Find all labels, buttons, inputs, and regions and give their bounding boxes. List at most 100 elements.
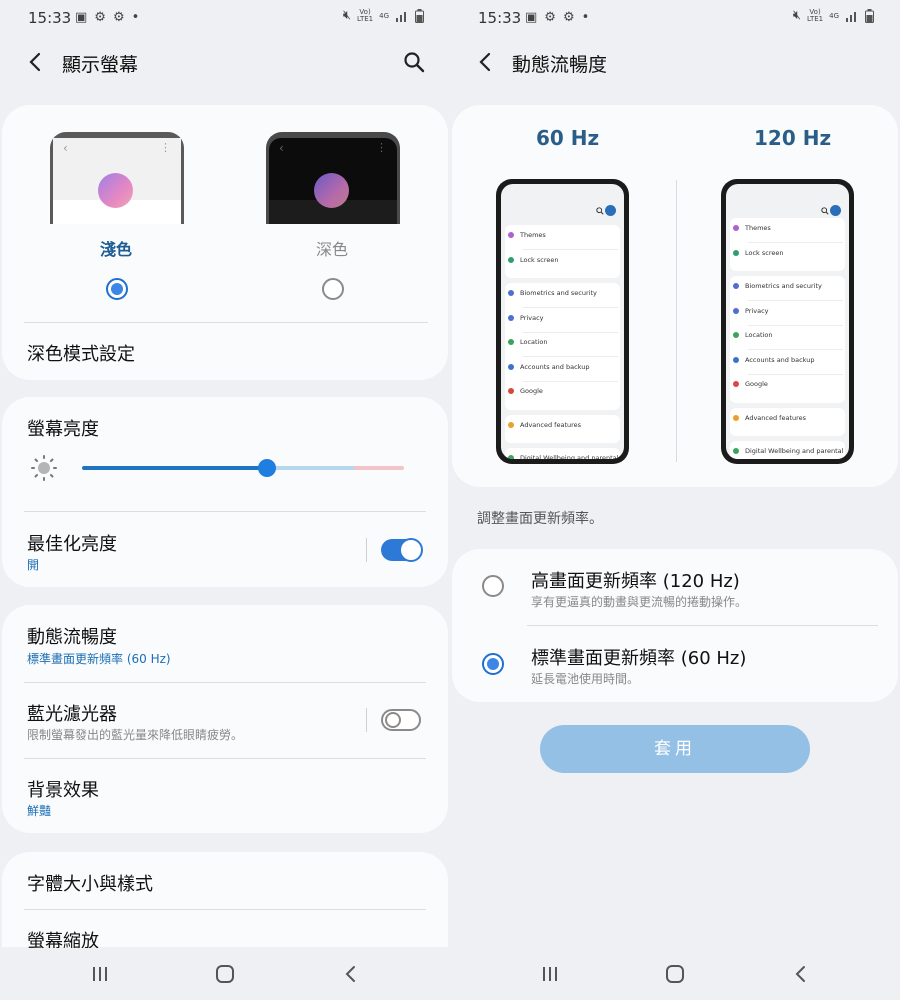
display-settings-screen: 15:33 ▣ ⚙ ⚙ • 🔇︎ Vo) LTE1 4G 顯示螢幕 ‹ ⋮ ‹ … — [0, 0, 450, 1000]
search-icon — [596, 207, 604, 215]
light-theme-preview[interactable]: ‹ ⋮ — [50, 132, 184, 224]
network-4g-label: 4G — [829, 11, 839, 20]
search-icon[interactable] — [402, 50, 426, 74]
navigation-bar — [450, 948, 900, 1000]
settings-item-icon — [508, 455, 514, 459]
mini-settings-label: Advanced features — [520, 420, 582, 429]
signal-icon — [846, 12, 856, 22]
recent-apps-icon[interactable] — [86, 960, 114, 988]
mini-settings-row: Themes — [508, 231, 546, 239]
blue-light-filter-title[interactable]: 藍光濾光器 — [27, 700, 117, 726]
page-title: 動態流暢度 — [512, 54, 608, 76]
dark-theme-label: 深色 — [316, 240, 349, 259]
mini-settings-label: Privacy — [745, 306, 769, 315]
settings-item-icon — [733, 249, 739, 256]
light-theme-radio[interactable] — [106, 278, 128, 300]
mini-settings-row: Advanced features — [733, 414, 806, 422]
dark-theme-radio[interactable] — [322, 278, 344, 300]
mini-settings-label: Accounts and backup — [745, 355, 815, 364]
search-icon — [821, 207, 829, 215]
phone-mockup-60hz: Themes Lock screen Biometrics and security… — [496, 179, 629, 464]
back-icon[interactable] — [787, 960, 815, 988]
mute-icon: 🔇︎ — [342, 8, 352, 23]
mini-settings-label: Advanced features — [745, 413, 807, 422]
dark-theme-preview[interactable]: ‹ ⋮ — [266, 132, 400, 224]
settings-item-icon — [508, 290, 514, 296]
mini-settings-row: Digital Wellbeing and parental — [733, 447, 843, 455]
back-arrow-icon[interactable] — [474, 50, 498, 74]
section-label: 調整畫面更新頻率。 — [477, 511, 603, 527]
dark-mode-settings[interactable]: 深色模式設定 — [27, 340, 135, 366]
chevron-left-icon: ‹ — [279, 141, 284, 155]
settings-item-icon — [508, 314, 514, 321]
mini-settings-label: Google — [745, 380, 768, 388]
mute-icon: 🔇︎ — [792, 8, 802, 23]
adaptive-brightness-toggle[interactable] — [381, 538, 423, 562]
back-icon[interactable] — [337, 960, 365, 988]
settings-item-icon — [733, 381, 739, 387]
mini-settings-row: Accounts and backup — [508, 363, 590, 371]
gallery-icon: ▣ — [75, 10, 88, 25]
mini-settings-label: Location — [520, 338, 548, 346]
mini-settings-row: Privacy — [733, 307, 769, 315]
background-effect-title[interactable]: 背景效果 — [27, 776, 99, 802]
mini-settings-label: Biometrics and security — [745, 282, 822, 290]
blue-light-toggle[interactable] — [381, 709, 421, 731]
display-options-card: 動態流暢度 標準畫面更新頻率 (60 Hz) 藍光濾光器 限制螢幕發出的藍光量來… — [2, 605, 448, 833]
chevron-left-icon: ‹ — [63, 141, 68, 155]
back-arrow-icon[interactable] — [24, 50, 48, 74]
hz60-label: 60 Hz — [536, 126, 600, 150]
app-bar: 顯示螢幕 — [0, 40, 450, 84]
more-icon: ⋮ — [160, 141, 171, 154]
mini-settings-row: Biometrics and security — [733, 282, 822, 290]
mini-settings-label: Accounts and backup — [520, 362, 590, 371]
apply-button[interactable]: 套用 — [540, 725, 810, 773]
home-icon[interactable] — [211, 960, 239, 988]
mini-settings-label: Lock screen — [745, 248, 784, 257]
status-time: 15:33 — [28, 9, 72, 27]
brightness-title: 螢幕亮度 — [27, 419, 99, 440]
recent-apps-icon[interactable] — [536, 960, 564, 988]
standard-refresh-desc: 延長電池使用時間。 — [531, 672, 640, 686]
home-icon[interactable] — [661, 960, 689, 988]
slider-fill — [82, 466, 268, 470]
slider-track-high — [354, 466, 404, 470]
mini-settings-label: Privacy — [520, 313, 544, 322]
standard-refresh-radio[interactable] — [482, 653, 504, 675]
motion-smoothness-title[interactable]: 動態流暢度 — [27, 623, 117, 649]
mini-settings-row: Lock screen — [733, 249, 784, 257]
mini-settings-label: Digital Wellbeing and parental — [745, 447, 844, 455]
standard-refresh-title[interactable]: 標準畫面更新頻率 (60 Hz) — [531, 644, 746, 670]
high-refresh-radio[interactable] — [482, 575, 504, 597]
app-bar: 動態流暢度 — [450, 40, 900, 84]
network-4g-label: 4G — [379, 11, 389, 20]
settings-item-icon — [733, 225, 739, 231]
mini-settings-label: Themes — [520, 231, 546, 239]
high-refresh-title[interactable]: 高畫面更新頻率 (120 Hz) — [531, 567, 740, 593]
sun-icon — [31, 455, 57, 481]
mini-settings-row: Themes — [733, 224, 771, 232]
font-size-style[interactable]: 字體大小與樣式 — [27, 870, 153, 896]
blue-light-filter-desc: 限制螢幕發出的藍光量來降低眼睛疲勞。 — [27, 728, 244, 742]
settings-item-icon — [733, 414, 739, 421]
brightness-slider[interactable] — [82, 459, 404, 477]
settings-item-icon — [508, 339, 514, 345]
refresh-rate-options-card: 高畫面更新頻率 (120 Hz) 享有更逼真的動畫與更流暢的捲動操作。 標準畫面… — [452, 549, 898, 702]
adaptive-brightness-title: 最佳化亮度 — [27, 534, 117, 555]
settings-item-icon — [733, 448, 739, 454]
slider-thumb[interactable] — [258, 459, 276, 477]
settings-item-icon — [733, 356, 739, 363]
settings-item-icon — [733, 307, 739, 314]
avatar — [830, 205, 841, 216]
settings-item-icon — [733, 283, 739, 289]
settings-item-icon — [508, 256, 514, 263]
mini-settings-row: Google — [733, 380, 768, 388]
status-bar: 15:33 ▣ ⚙ ⚙ • 🔇︎ Vo) LTE1 4G — [0, 0, 450, 36]
gear-icon: ⚙ — [94, 10, 106, 25]
mini-settings-row: Lock screen — [508, 256, 559, 264]
slider-track — [268, 466, 354, 470]
mini-settings-row: Location — [733, 331, 773, 339]
status-bar: 15:33 ▣ ⚙ ⚙ • 🔇︎ Vo) LTE1 4G — [450, 0, 900, 36]
preview-divider — [676, 180, 677, 462]
lte-label: LTE1 — [357, 15, 374, 23]
